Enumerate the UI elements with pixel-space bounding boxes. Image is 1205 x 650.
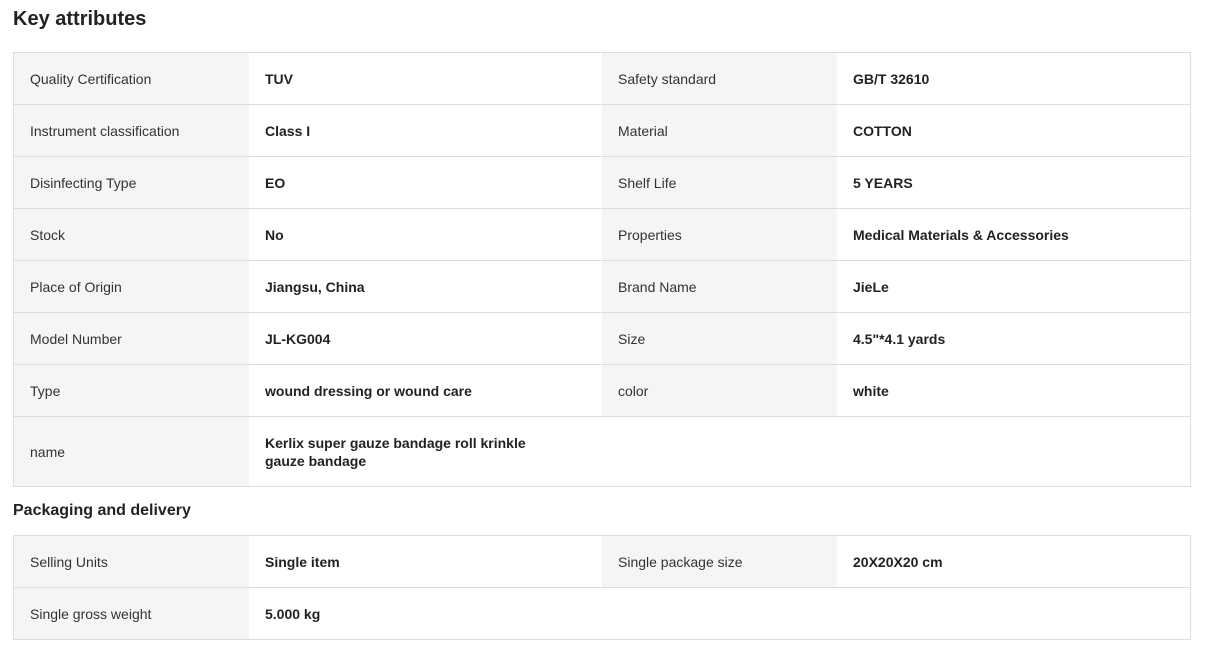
table-row: Quality Certification TUV Safety standar… bbox=[14, 53, 1190, 105]
attr-value: 5 YEARS bbox=[837, 157, 1190, 208]
empty-cell bbox=[837, 417, 1190, 486]
empty-cell bbox=[602, 417, 837, 486]
attr-label: Stock bbox=[14, 209, 249, 260]
table-row: Place of Origin Jiangsu, China Brand Nam… bbox=[14, 261, 1190, 313]
attr-value: No bbox=[249, 209, 602, 260]
table-row: Stock No Properties Medical Materials & … bbox=[14, 209, 1190, 261]
table-row: Model Number JL-KG004 Size 4.5"*4.1 yard… bbox=[14, 313, 1190, 365]
attr-label: Single gross weight bbox=[14, 588, 249, 639]
attr-label: Safety standard bbox=[602, 53, 837, 104]
attr-label: Brand Name bbox=[602, 261, 837, 312]
attr-label: Material bbox=[602, 105, 837, 156]
attr-value: Kerlix super gauze bandage roll krinkle … bbox=[249, 417, 602, 486]
attr-label: Shelf Life bbox=[602, 157, 837, 208]
packaging-delivery-table: Selling Units Single item Single package… bbox=[13, 535, 1191, 640]
attr-value: Jiangsu, China bbox=[249, 261, 602, 312]
attr-value: Class I bbox=[249, 105, 602, 156]
attr-label: name bbox=[14, 417, 249, 486]
attr-value: Single item bbox=[249, 536, 602, 587]
key-attributes-table: Quality Certification TUV Safety standar… bbox=[13, 52, 1191, 487]
table-row: Selling Units Single item Single package… bbox=[14, 536, 1190, 588]
empty-cell bbox=[837, 588, 1190, 639]
table-row: Single gross weight 5.000 kg bbox=[14, 588, 1190, 640]
attr-value: white bbox=[837, 365, 1190, 416]
attr-value: Medical Materials & Accessories bbox=[837, 209, 1190, 260]
attr-value: GB/T 32610 bbox=[837, 53, 1190, 104]
attr-value: COTTON bbox=[837, 105, 1190, 156]
table-row: Instrument classification Class I Materi… bbox=[14, 105, 1190, 157]
table-row: Disinfecting Type EO Shelf Life 5 YEARS bbox=[14, 157, 1190, 209]
attr-label: Quality Certification bbox=[14, 53, 249, 104]
empty-cell bbox=[602, 588, 837, 639]
attr-value: JL-KG004 bbox=[249, 313, 602, 364]
attr-label: Single package size bbox=[602, 536, 837, 587]
attr-label: Selling Units bbox=[14, 536, 249, 587]
attr-value: wound dressing or wound care bbox=[249, 365, 602, 416]
attr-value: 20X20X20 cm bbox=[837, 536, 1190, 587]
table-row: name Kerlix super gauze bandage roll kri… bbox=[14, 417, 1190, 487]
attr-label: Size bbox=[602, 313, 837, 364]
attr-label: color bbox=[602, 365, 837, 416]
packaging-delivery-title: Packaging and delivery bbox=[13, 502, 191, 519]
attr-value: TUV bbox=[249, 53, 602, 104]
table-row: Type wound dressing or wound care color … bbox=[14, 365, 1190, 417]
attr-value: JieLe bbox=[837, 261, 1190, 312]
attr-label: Place of Origin bbox=[14, 261, 249, 312]
attr-label: Disinfecting Type bbox=[14, 157, 249, 208]
attr-label: Instrument classification bbox=[14, 105, 249, 156]
attr-value: 5.000 kg bbox=[249, 588, 602, 639]
attr-value: EO bbox=[249, 157, 602, 208]
attr-label: Model Number bbox=[14, 313, 249, 364]
key-attributes-title: Key attributes bbox=[13, 8, 147, 30]
attr-label: Type bbox=[14, 365, 249, 416]
attr-label: Properties bbox=[602, 209, 837, 260]
attr-value: 4.5"*4.1 yards bbox=[837, 313, 1190, 364]
